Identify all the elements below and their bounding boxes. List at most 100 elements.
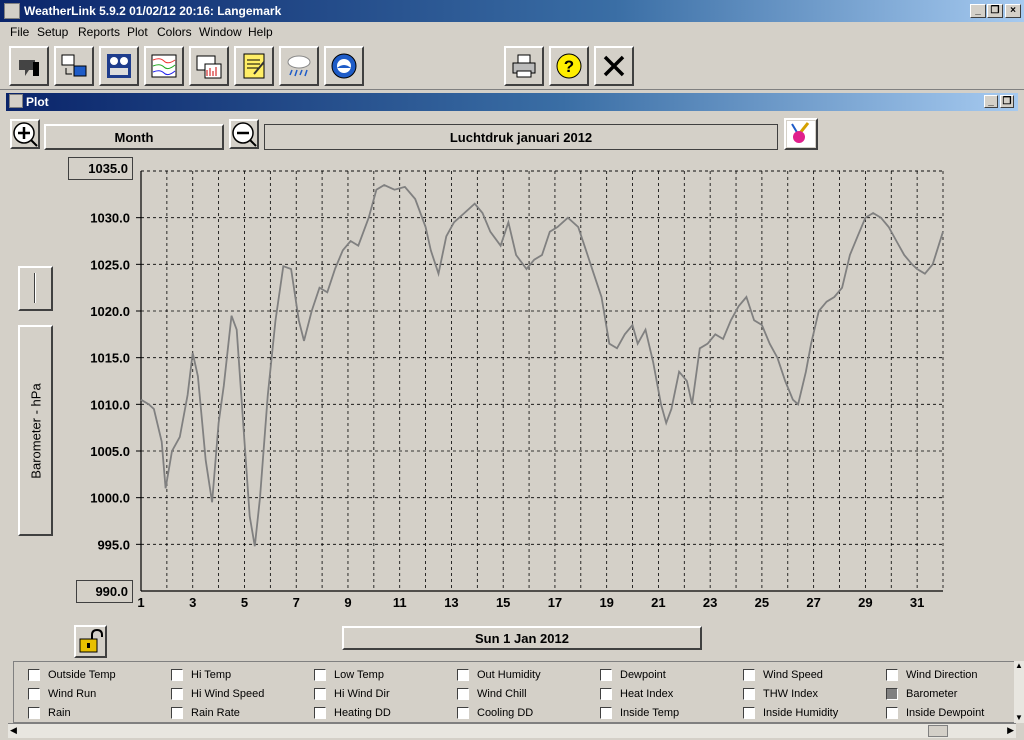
scroll-left-icon[interactable]: ◀ bbox=[10, 725, 17, 736]
legend-item[interactable]: Inside Temp bbox=[600, 705, 679, 721]
legend-item[interactable]: Dewpoint bbox=[600, 667, 666, 683]
legend-item[interactable]: Out Humidity bbox=[457, 667, 541, 683]
close-button[interactable] bbox=[594, 46, 634, 86]
scroll-right-icon[interactable]: ▶ bbox=[1007, 725, 1014, 736]
x-tick-label: 3 bbox=[189, 595, 196, 610]
legend-checkbox[interactable] bbox=[171, 669, 183, 681]
transfer-button[interactable] bbox=[54, 46, 94, 86]
y-tick-label: 995.0 bbox=[97, 537, 130, 552]
x-tick-label: 21 bbox=[651, 595, 665, 610]
legend-item[interactable]: Inside Dewpoint bbox=[886, 705, 984, 721]
legend-item[interactable]: Heating DD bbox=[314, 705, 391, 721]
legend-checkbox[interactable] bbox=[314, 669, 326, 681]
legend-checkbox[interactable] bbox=[171, 688, 183, 700]
restore-icon[interactable]: ❐ bbox=[987, 4, 1003, 18]
legend-item[interactable]: Wind Speed bbox=[743, 667, 823, 683]
minimize-icon[interactable]: _ bbox=[970, 4, 986, 18]
legend-item[interactable]: Barometer bbox=[886, 686, 957, 702]
horizontal-scrollbar[interactable]: ◀ ▶ bbox=[8, 723, 1016, 738]
zoom-in-button[interactable] bbox=[10, 119, 40, 149]
x-tick-label: 9 bbox=[344, 595, 351, 610]
legend-item[interactable]: Rain Rate bbox=[171, 705, 240, 721]
legend-checkbox[interactable] bbox=[743, 669, 755, 681]
menu-window[interactable]: Window bbox=[199, 25, 242, 39]
scroll-down-icon[interactable]: ▼ bbox=[1014, 713, 1024, 723]
legend-checkbox[interactable] bbox=[171, 707, 183, 719]
y-max-box[interactable]: 1035.0 bbox=[68, 157, 133, 180]
legend-item[interactable]: Outside Temp bbox=[28, 667, 116, 683]
bulletin-icon bbox=[19, 60, 39, 76]
zoom-out-icon bbox=[232, 122, 257, 147]
legend-label: Dewpoint bbox=[620, 669, 666, 681]
legend-vertical-scrollbar[interactable]: ▲ ▼ bbox=[1014, 661, 1024, 723]
plot-title-box[interactable]: Luchtdruk januari 2012 bbox=[264, 124, 778, 150]
legend-item[interactable]: Wind Direction bbox=[886, 667, 978, 683]
rain-button[interactable] bbox=[279, 46, 319, 86]
legend-checkbox[interactable] bbox=[886, 669, 898, 681]
menu-reports[interactable]: Reports bbox=[78, 25, 120, 39]
lock-button[interactable] bbox=[74, 625, 107, 658]
span-month-button[interactable]: Month bbox=[44, 124, 224, 150]
legend-checkbox[interactable] bbox=[600, 688, 612, 700]
legend-checkbox[interactable] bbox=[28, 707, 40, 719]
legend-checkbox[interactable] bbox=[457, 688, 469, 700]
legend-item[interactable]: Hi Wind Dir bbox=[314, 686, 390, 702]
help-button[interactable]: ? bbox=[549, 46, 589, 86]
legend-checkbox[interactable] bbox=[28, 669, 40, 681]
app-icon[interactable] bbox=[4, 3, 20, 19]
legend-checkbox[interactable] bbox=[457, 669, 469, 681]
legend-item[interactable]: Inside Humidity bbox=[743, 705, 838, 721]
y-tick-label: 1030.0 bbox=[90, 211, 130, 226]
zoom-out-button[interactable] bbox=[229, 119, 259, 149]
strip-chart-button[interactable] bbox=[144, 46, 184, 86]
legend-label: Rain bbox=[48, 707, 71, 719]
legend-item[interactable]: Heat Index bbox=[600, 686, 673, 702]
legend-checkbox[interactable] bbox=[314, 707, 326, 719]
scroll-up-icon[interactable]: ▲ bbox=[1014, 661, 1024, 671]
menu-setup[interactable]: Setup bbox=[37, 25, 68, 39]
legend-checkbox[interactable] bbox=[28, 688, 40, 700]
legend-item[interactable]: Rain bbox=[28, 705, 71, 721]
legend-item[interactable]: Wind Chill bbox=[457, 686, 527, 702]
y-min-box[interactable]: 990.0 bbox=[76, 580, 133, 603]
summary-button[interactable] bbox=[99, 46, 139, 86]
legend-label: Wind Chill bbox=[477, 688, 527, 700]
x-tick-label: 15 bbox=[496, 595, 510, 610]
plot-window-icon[interactable] bbox=[9, 94, 23, 108]
plot-minimize-icon[interactable]: _ bbox=[984, 95, 998, 108]
notepad-button[interactable] bbox=[234, 46, 274, 86]
menu-plot[interactable]: Plot bbox=[127, 25, 148, 39]
legend-item[interactable]: Hi Temp bbox=[171, 667, 231, 683]
barometer-series-line bbox=[140, 183, 944, 547]
scroll-thumb[interactable] bbox=[928, 725, 948, 737]
legend-item[interactable]: Cooling DD bbox=[457, 705, 533, 721]
legend-label: Low Temp bbox=[334, 669, 384, 681]
close-icon bbox=[603, 55, 625, 77]
legend-checkbox[interactable] bbox=[886, 707, 898, 719]
menu-help[interactable]: Help bbox=[248, 25, 273, 39]
legend-checkbox[interactable] bbox=[600, 669, 612, 681]
close-window-icon[interactable]: × bbox=[1005, 4, 1021, 18]
date-button[interactable]: Sun 1 Jan 2012 bbox=[342, 626, 702, 650]
noaa-button[interactable] bbox=[324, 46, 364, 86]
plot-button[interactable] bbox=[189, 46, 229, 86]
legend-item[interactable]: THW Index bbox=[743, 686, 818, 702]
bulletin-button[interactable] bbox=[9, 46, 49, 86]
menu-file[interactable]: File bbox=[10, 25, 29, 39]
legend-checkbox[interactable] bbox=[314, 688, 326, 700]
menu-colors[interactable]: Colors bbox=[157, 25, 192, 39]
x-tick-label: 5 bbox=[241, 595, 248, 610]
legend-item[interactable]: Hi Wind Speed bbox=[171, 686, 264, 702]
legend-label: Rain Rate bbox=[191, 707, 240, 719]
legend-checkbox[interactable] bbox=[743, 707, 755, 719]
legend-item[interactable]: Low Temp bbox=[314, 667, 384, 683]
legend-checkbox[interactable] bbox=[600, 707, 612, 719]
x-tick-label: 7 bbox=[293, 595, 300, 610]
print-button[interactable] bbox=[504, 46, 544, 86]
legend-checkbox[interactable] bbox=[457, 707, 469, 719]
plot-restore-icon[interactable]: ❐ bbox=[1000, 95, 1014, 108]
color-picker-button[interactable] bbox=[784, 118, 818, 150]
legend-item[interactable]: Wind Run bbox=[28, 686, 96, 702]
legend-checkbox[interactable] bbox=[743, 688, 755, 700]
legend-checkbox[interactable] bbox=[886, 688, 898, 700]
